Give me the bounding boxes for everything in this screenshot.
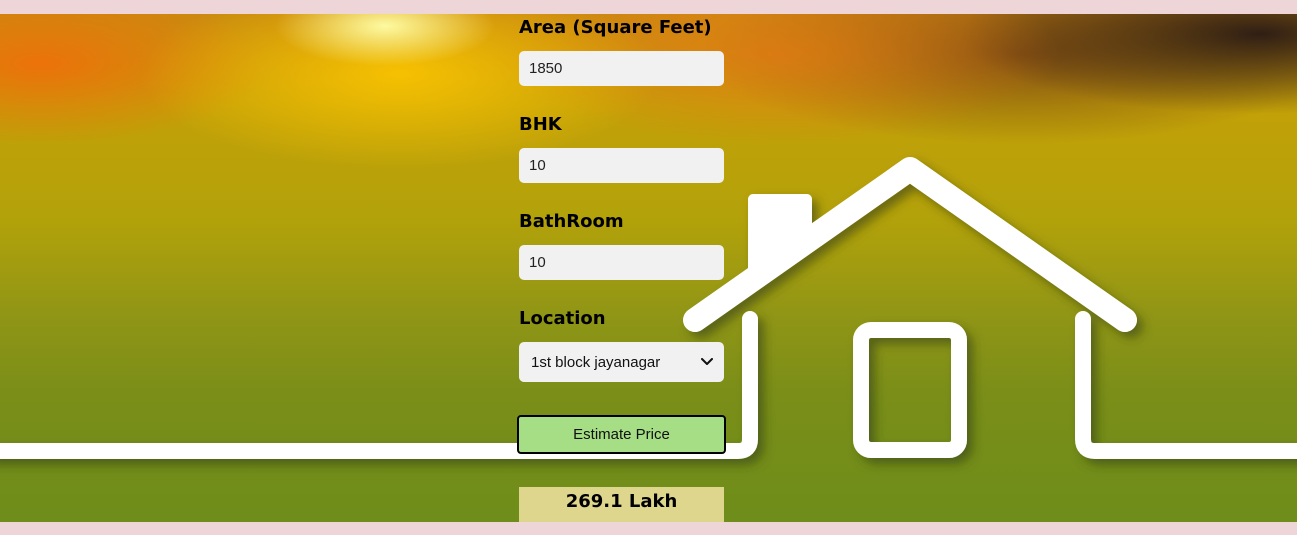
estimate-price-button[interactable]: Estimate Price (517, 415, 726, 454)
bhk-input[interactable] (519, 148, 724, 183)
bathroom-label: BathRoom (519, 211, 624, 232)
location-selected-value: 1st block jayanagar (531, 353, 661, 371)
location-select[interactable]: 1st block jayanagar (519, 342, 724, 382)
chevron-down-icon (700, 355, 714, 369)
bathroom-input[interactable] (519, 245, 724, 280)
area-label: Area (Square Feet) (519, 17, 712, 38)
area-input[interactable] (519, 51, 724, 86)
estimated-price-result: 269.1 Lakh (519, 487, 724, 522)
bhk-label: BHK (519, 114, 562, 135)
location-label: Location (519, 308, 606, 329)
